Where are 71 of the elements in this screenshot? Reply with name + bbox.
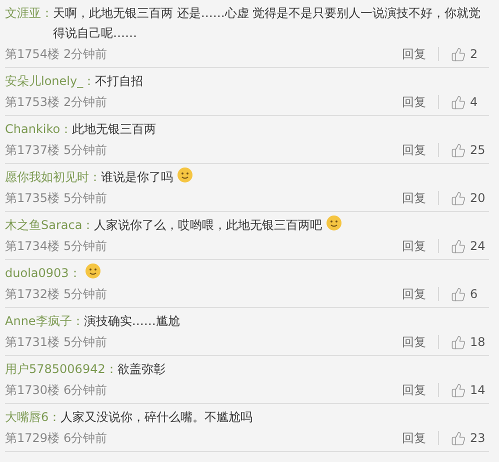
reply-link[interactable]: 回复: [402, 45, 426, 63]
reply-link[interactable]: 回复: [402, 285, 426, 303]
floor-label: 第1730楼: [5, 382, 60, 399]
comment-text: 人家又没说你，碎什么嘴。不尴尬吗: [60, 409, 253, 426]
time-label: 6分钟前: [64, 382, 108, 399]
time-label: 5分钟前: [64, 286, 108, 303]
floor-label: 第1735楼: [5, 190, 60, 207]
thumbs-up-icon: [451, 142, 466, 158]
time-label: 2分钟前: [64, 94, 108, 111]
thumbs-up-icon: [451, 430, 466, 446]
reply-link[interactable]: 回复: [402, 189, 426, 207]
username[interactable]: 木之鱼Saraca：: [5, 215, 94, 235]
thumbs-up-icon: [451, 382, 466, 398]
floor-label: 第1734楼: [5, 238, 60, 255]
thumbs-up-icon: [451, 286, 466, 302]
thumbs-up-icon: [451, 334, 466, 350]
username[interactable]: Anne李疯子：: [5, 311, 84, 331]
like-button[interactable]: 20: [451, 189, 489, 207]
floor-label: 第1731楼: [5, 334, 60, 351]
like-button[interactable]: 25: [451, 141, 489, 159]
comment-text: 人家说你了么，哎哟喂，此地无银三百两吧: [94, 217, 322, 234]
comment-text: 演技确实……尴尬: [84, 313, 180, 330]
time-label: 5分钟前: [64, 238, 108, 255]
like-count: 25: [470, 142, 486, 159]
username[interactable]: 大嘴唇6：: [5, 407, 61, 427]
time-label: 5分钟前: [64, 190, 108, 207]
time-label: 6分钟前: [64, 430, 108, 447]
comment-text: 天啊，此地无银三百两 还是……心虚 觉得是不是只要别人一说演技不好，你就觉得说自己呢……: [53, 5, 482, 42]
comment-text: 此地无银三百两: [72, 121, 156, 138]
like-button[interactable]: 14: [451, 381, 489, 399]
like-count: 14: [470, 382, 486, 399]
time-label: 5分钟前: [64, 334, 108, 351]
like-count: 24: [470, 238, 486, 255]
like-count: 18: [470, 334, 486, 351]
comment-text: 谁说是你了吗: [101, 169, 173, 186]
username[interactable]: 安朵儿lonely_：: [5, 71, 96, 91]
thumbs-up-icon: [451, 46, 466, 62]
reply-link[interactable]: 回复: [402, 237, 426, 255]
reply-link[interactable]: 回复: [402, 93, 426, 111]
floor-label: 第1754楼: [5, 46, 60, 63]
time-label: 5分钟前: [64, 142, 108, 159]
like-count: 6: [470, 286, 478, 303]
username[interactable]: 用户5785006942：: [5, 359, 118, 379]
username[interactable]: Chankiko：: [5, 119, 72, 139]
like-count: 20: [470, 190, 486, 207]
like-button[interactable]: 23: [451, 429, 489, 447]
like-button[interactable]: 24: [451, 237, 489, 255]
floor-label: 第1732楼: [5, 286, 60, 303]
floor-label: 第1737楼: [5, 142, 60, 159]
reply-link[interactable]: 回复: [402, 333, 426, 351]
like-button[interactable]: 4: [451, 93, 489, 111]
reply-link[interactable]: 回复: [402, 429, 426, 447]
like-count: 23: [470, 430, 486, 447]
like-count: 4: [470, 94, 478, 111]
like-button[interactable]: 18: [451, 333, 489, 351]
floor-label: 第1753楼: [5, 94, 60, 111]
reply-link[interactable]: 回复: [402, 141, 426, 159]
comment-text: 欲盖弥彰: [117, 361, 166, 378]
thumbs-up-icon: [451, 190, 466, 206]
time-label: 2分钟前: [64, 46, 108, 63]
reply-link[interactable]: 回复: [402, 381, 426, 399]
username[interactable]: 愿你我如初见时：: [5, 167, 101, 187]
like-count: 2: [470, 46, 478, 63]
like-button[interactable]: 2: [451, 45, 489, 63]
username[interactable]: 文涯亚：: [5, 3, 53, 23]
thumbs-up-icon: [451, 238, 466, 254]
floor-label: 第1729楼: [5, 430, 60, 447]
username[interactable]: duola0903：: [5, 263, 81, 283]
like-button[interactable]: 6: [451, 285, 489, 303]
thumbs-up-icon: [451, 94, 466, 110]
comment-text: 不打自招: [95, 73, 144, 90]
